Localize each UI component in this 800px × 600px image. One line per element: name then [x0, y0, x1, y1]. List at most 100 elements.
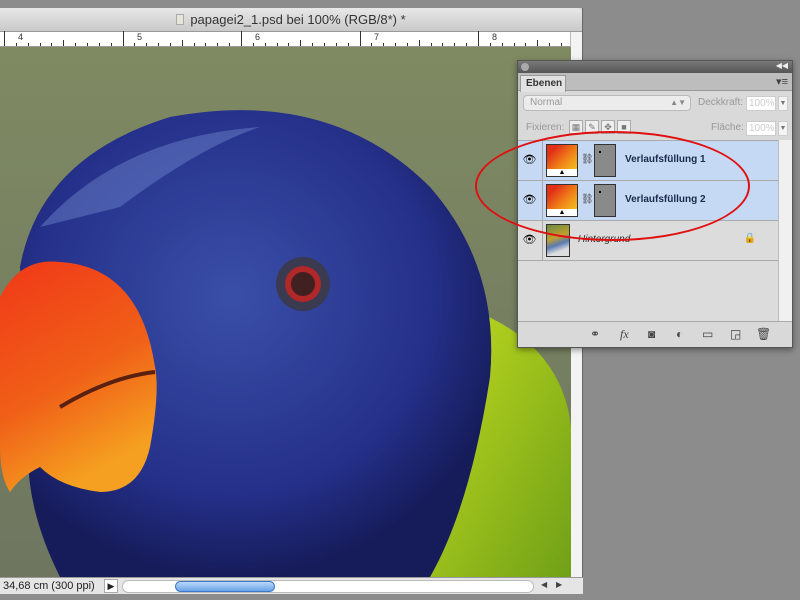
opacity-label: Deckkraft:	[698, 97, 744, 108]
document-icon	[176, 14, 185, 25]
updown-icon: ▲▼	[670, 98, 686, 107]
panel-footer: ⚭ fx ◙ ◐ ▭ ◲ 🗑	[518, 321, 792, 347]
link-layers-icon[interactable]: ⚭	[590, 327, 600, 341]
add-mask-icon[interactable]: ◙	[648, 327, 655, 341]
fx-icon[interactable]: fx	[620, 327, 629, 342]
ruler-tick	[525, 43, 527, 46]
lock-transparency-icon[interactable]: ▦	[569, 120, 583, 134]
fill-input[interactable]: 100%	[746, 121, 776, 136]
link-icon[interactable]: ⛓	[581, 154, 594, 165]
ruler-tick	[39, 43, 41, 46]
ruler-tick	[454, 43, 456, 46]
gradient-thumbnail: ▲	[546, 184, 578, 217]
ruler-tick	[15, 43, 17, 46]
lock-all-icon[interactable]: ■	[617, 120, 631, 134]
horizontal-ruler: 4 5 6 7 8	[0, 31, 571, 47]
ruler-tick	[264, 43, 266, 46]
collapse-icon[interactable]: ◀◀	[776, 61, 788, 70]
mask-thumbnail[interactable]	[594, 144, 616, 177]
close-icon[interactable]	[521, 63, 529, 71]
ruler-tick	[134, 43, 136, 46]
ruler-tick	[252, 43, 254, 46]
ruler-tick	[406, 43, 408, 46]
ruler-tick	[86, 43, 88, 46]
ruler-tick	[359, 31, 361, 46]
link-icon[interactable]: ⛓	[581, 194, 594, 205]
fill-dropdown-icon[interactable]: ▼	[778, 121, 788, 136]
ruler-tick	[193, 43, 195, 46]
horizontal-scrollbar[interactable]	[122, 580, 534, 593]
ruler-tick	[122, 31, 124, 46]
lock-icon: 🔒	[743, 233, 756, 244]
lock-position-icon[interactable]: ✥	[601, 120, 615, 134]
ruler-tick	[4, 31, 5, 46]
panel-header[interactable]: ◀◀	[518, 61, 792, 73]
ruler-tick	[27, 43, 29, 46]
ruler-tick	[395, 43, 397, 46]
trash-icon[interactable]: 🗑	[756, 327, 771, 341]
visibility-eye-icon[interactable]: 👁	[521, 151, 538, 169]
scrollbar-thumb[interactable]	[175, 581, 275, 592]
layers-panel: ◀◀ Ebenen ▾≡ Normal ▲▼ Deckkraft: 100% ▼ F…	[517, 60, 793, 348]
scroll-left-icon[interactable]: ◀	[541, 580, 547, 589]
layer-name: Verlaufsfüllung 2	[625, 194, 706, 205]
opacity-input[interactable]: 100%	[746, 96, 776, 111]
ruler-label: 4	[18, 32, 24, 42]
lock-pixels-icon[interactable]: ✎	[585, 120, 599, 134]
ruler-tick	[181, 40, 183, 46]
document-title: papagei2_1.psd bei 100% (RGB/8*) *	[190, 12, 406, 27]
visibility-eye-icon[interactable]: 👁	[521, 231, 538, 249]
tab-ebenen[interactable]: Ebenen	[520, 75, 566, 92]
panel-menu-icon[interactable]: ▾≡	[776, 75, 788, 88]
ruler-tick	[169, 43, 171, 46]
blend-mode-select[interactable]: Normal ▲▼	[523, 95, 691, 111]
status-menu-arrow-icon[interactable]: ▶	[104, 579, 118, 593]
ruler-tick	[323, 43, 325, 46]
layer-name: Verlaufsfüllung 1	[625, 154, 706, 165]
ruler-tick	[98, 43, 100, 46]
ruler-tick	[146, 43, 148, 46]
title-bar[interactable]: papagei2_1.psd bei 100% (RGB/8*) *	[0, 8, 582, 32]
ruler-tick	[288, 43, 290, 46]
ruler-tick	[489, 43, 491, 46]
layer-row[interactable]: 👁 ▲ ⛓ Verlaufsfüllung 2	[518, 181, 778, 221]
fill-label: Fläche:	[711, 122, 744, 133]
ruler-tick	[478, 31, 479, 46]
ruler-tick	[513, 43, 515, 46]
blend-mode-value: Normal	[530, 97, 563, 108]
ruler-tick	[158, 43, 160, 46]
ruler-tick	[51, 43, 53, 46]
ruler-tick	[241, 31, 242, 46]
ruler-tick	[466, 43, 468, 46]
new-group-icon[interactable]: ▭	[702, 327, 713, 341]
ruler-label: 8	[492, 32, 498, 42]
document-window: papagei2_1.psd bei 100% (RGB/8*) * 4 5 6…	[0, 8, 583, 594]
scroll-right-icon[interactable]: ▶	[556, 580, 562, 589]
ruler-label: 7	[374, 32, 380, 42]
status-bar: 34,68 cm (300 ppi) ▶ ◀ ▶	[0, 577, 583, 594]
ruler-tick	[229, 43, 231, 46]
ruler-tick	[300, 40, 302, 46]
layer-row[interactable]: 👁 Hintergrund 🔒	[518, 221, 778, 261]
gradient-thumbnail: ▲	[546, 144, 578, 177]
lock-label: Fixieren:	[526, 122, 565, 133]
ruler-tick	[383, 43, 385, 46]
ruler-tick	[549, 43, 551, 46]
image-canvas[interactable]	[0, 47, 571, 577]
ruler-tick	[75, 43, 77, 46]
ruler-tick	[418, 40, 420, 46]
mask-thumbnail[interactable]	[594, 184, 616, 217]
ruler-label: 6	[255, 32, 261, 42]
image-thumbnail	[546, 224, 570, 257]
parrot-image	[0, 47, 571, 577]
adjustment-layer-icon[interactable]: ◐	[676, 327, 683, 341]
ruler-tick	[276, 43, 278, 46]
ruler-tick	[312, 43, 314, 46]
visibility-eye-icon[interactable]: 👁	[521, 191, 538, 209]
ruler-tick	[63, 40, 65, 46]
new-layer-icon[interactable]: ◲	[730, 327, 741, 341]
ruler-tick	[442, 43, 444, 46]
opacity-dropdown-icon[interactable]: ▼	[778, 96, 788, 111]
layer-row[interactable]: 👁 ▲ ⛓ Verlaufsfüllung 1	[518, 141, 778, 181]
layers-scrollbar[interactable]	[778, 140, 792, 322]
